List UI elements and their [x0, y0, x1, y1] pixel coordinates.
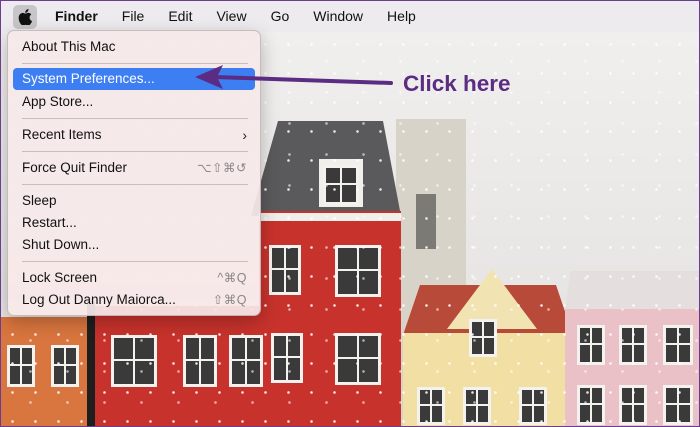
- yellow-house: [403, 269, 573, 426]
- menu-item-lock-screen[interactable]: Lock Screen ^⌘Q: [13, 267, 255, 289]
- menu-separator: [22, 261, 248, 262]
- screenshot-frame: Finder File Edit View Go Window Help Abo…: [0, 0, 700, 427]
- menu-view[interactable]: View: [204, 1, 258, 32]
- menu-item-label: Sleep: [22, 193, 57, 208]
- menu-item-log-out[interactable]: Log Out Danny Maiorca... ⇧⌘Q: [13, 289, 255, 311]
- menu-item-label: Recent Items: [22, 127, 102, 142]
- apple-icon[interactable]: [13, 4, 37, 29]
- menu-item-sleep[interactable]: Sleep: [13, 190, 255, 212]
- menu-item-label: Log Out Danny Maiorca...: [22, 292, 176, 307]
- menu-item-recent-items[interactable]: Recent Items ›: [13, 124, 255, 146]
- menu-item-label: Lock Screen: [22, 270, 98, 285]
- keyboard-shortcut: ⇧⌘Q: [212, 293, 247, 307]
- pink-house: [565, 267, 699, 426]
- menu-item-label: App Store...: [22, 94, 94, 109]
- menu-file[interactable]: File: [110, 1, 157, 32]
- menu-window[interactable]: Window: [301, 1, 375, 32]
- menu-item-label: System Preferences...: [22, 71, 155, 86]
- menu-separator: [22, 118, 248, 119]
- apple-logo: [18, 8, 32, 25]
- menu-finder[interactable]: Finder: [43, 1, 110, 32]
- keyboard-shortcut: ^⌘Q: [217, 271, 247, 285]
- menu-item-restart[interactable]: Restart...: [13, 212, 255, 234]
- chevron-right-icon: ›: [242, 127, 247, 143]
- menu-item-shut-down[interactable]: Shut Down...: [13, 234, 255, 256]
- menu-separator: [22, 184, 248, 185]
- menu-bar: Finder File Edit View Go Window Help: [1, 1, 699, 32]
- annotation-arrow-icon: [195, 65, 393, 89]
- menu-item-force-quit[interactable]: Force Quit Finder ⌥⇧⌘↺: [13, 157, 255, 179]
- annotation-click-here: Click here: [403, 71, 511, 96]
- menu-item-about-this-mac[interactable]: About This Mac: [13, 36, 255, 58]
- menu-help[interactable]: Help: [375, 1, 428, 32]
- menu-go[interactable]: Go: [259, 1, 302, 32]
- menu-edit[interactable]: Edit: [156, 1, 204, 32]
- menu-separator: [22, 151, 248, 152]
- menu-item-label: Force Quit Finder: [22, 160, 128, 175]
- lamp-post: [87, 301, 95, 426]
- menu-item-label: About This Mac: [22, 39, 116, 54]
- menu-item-label: Shut Down...: [22, 237, 100, 252]
- orange-building: [1, 317, 91, 426]
- keyboard-shortcut: ⌥⇧⌘↺: [197, 161, 247, 175]
- menu-item-label: Restart...: [22, 215, 77, 230]
